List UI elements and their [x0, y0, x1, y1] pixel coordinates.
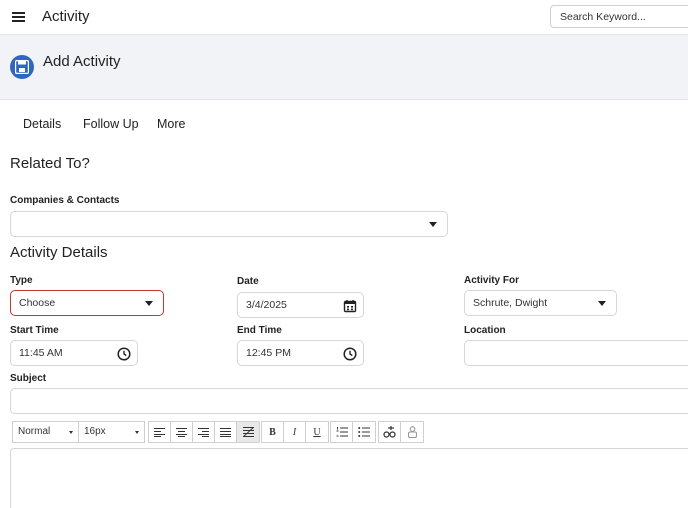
location-label: Location — [464, 325, 506, 336]
text-style-group: B I U — [261, 421, 329, 443]
ordered-list-button[interactable] — [331, 422, 353, 442]
align-center-icon — [176, 427, 187, 437]
activity-details-heading: Activity Details — [10, 244, 108, 261]
list-group — [330, 421, 376, 443]
unlink-icon — [407, 426, 417, 438]
font-size-value: 16px — [84, 426, 106, 437]
align-justify-icon — [220, 427, 231, 437]
chevron-down-icon — [145, 301, 153, 306]
editor-toolbar: Normal 16px B I U — [10, 421, 688, 443]
bold-button[interactable]: B — [262, 422, 284, 442]
description-editor[interactable] — [10, 448, 688, 508]
unlink-button[interactable] — [401, 422, 423, 442]
chevron-down-icon — [429, 222, 437, 227]
align-right-button[interactable] — [193, 422, 215, 442]
insert-link-button[interactable] — [379, 422, 401, 442]
clear-format-icon — [242, 427, 254, 437]
bullet-list-button[interactable] — [353, 422, 375, 442]
clock-icon[interactable] — [117, 346, 131, 370]
date-label: Date — [237, 276, 259, 287]
menu-icon[interactable] — [12, 12, 25, 22]
font-size-select[interactable]: 16px — [78, 421, 145, 443]
tab-more[interactable]: More — [157, 117, 185, 131]
chevron-down-icon — [598, 301, 606, 306]
bullet-list-icon — [358, 427, 370, 437]
tab-follow-up[interactable]: Follow Up — [83, 117, 139, 131]
clock-icon[interactable] — [343, 346, 357, 370]
ordered-list-icon — [336, 427, 348, 437]
align-justify-button[interactable] — [215, 422, 237, 442]
type-select[interactable]: Choose — [10, 290, 164, 316]
subject-field[interactable] — [10, 388, 688, 414]
subject-label: Subject — [10, 373, 47, 384]
chevron-down-icon — [135, 431, 139, 434]
activity-for-value: Schrute, Dwight — [473, 297, 548, 309]
activity-for-label: Activity For — [464, 275, 520, 286]
end-time-field[interactable]: 12:45 PM — [237, 340, 364, 366]
location-field[interactable] — [464, 340, 688, 366]
activity-for-select[interactable]: Schrute, Dwight — [464, 290, 617, 316]
italic-button[interactable]: I — [284, 422, 306, 442]
top-bar: Activity — [0, 0, 688, 35]
link-icon — [383, 426, 396, 438]
related-to-heading: Related To? — [10, 155, 90, 172]
alignment-group — [148, 421, 260, 443]
save-icon — [10, 55, 34, 79]
clear-format-button[interactable] — [237, 422, 259, 442]
type-label: Type — [10, 275, 33, 286]
app-title: Activity — [42, 8, 90, 25]
search-input[interactable] — [550, 5, 688, 28]
date-field[interactable]: 3/4/2025 — [237, 292, 364, 318]
align-center-button[interactable] — [171, 422, 193, 442]
start-time-field[interactable]: 11:45 AM — [10, 340, 138, 366]
tab-details[interactable]: Details — [23, 117, 61, 131]
end-time-value: 12:45 PM — [246, 347, 291, 359]
type-value: Choose — [19, 297, 56, 309]
companies-contacts-label: Companies & Contacts — [10, 195, 120, 206]
format-select[interactable]: Normal — [12, 421, 79, 443]
chevron-down-icon — [69, 431, 73, 434]
date-value: 3/4/2025 — [246, 299, 287, 311]
align-left-icon — [154, 427, 165, 437]
end-time-label: End Time — [237, 325, 282, 336]
underline-button[interactable]: U — [306, 422, 328, 442]
start-time-value: 11:45 AM — [19, 347, 63, 359]
calendar-icon[interactable] — [343, 298, 357, 322]
align-right-icon — [198, 427, 209, 437]
start-time-label: Start Time — [10, 325, 59, 336]
align-left-button[interactable] — [149, 422, 171, 442]
companies-contacts-select[interactable] — [10, 211, 448, 237]
link-group — [378, 421, 424, 443]
format-value: Normal — [18, 426, 51, 437]
page-title: Add Activity — [43, 53, 121, 70]
